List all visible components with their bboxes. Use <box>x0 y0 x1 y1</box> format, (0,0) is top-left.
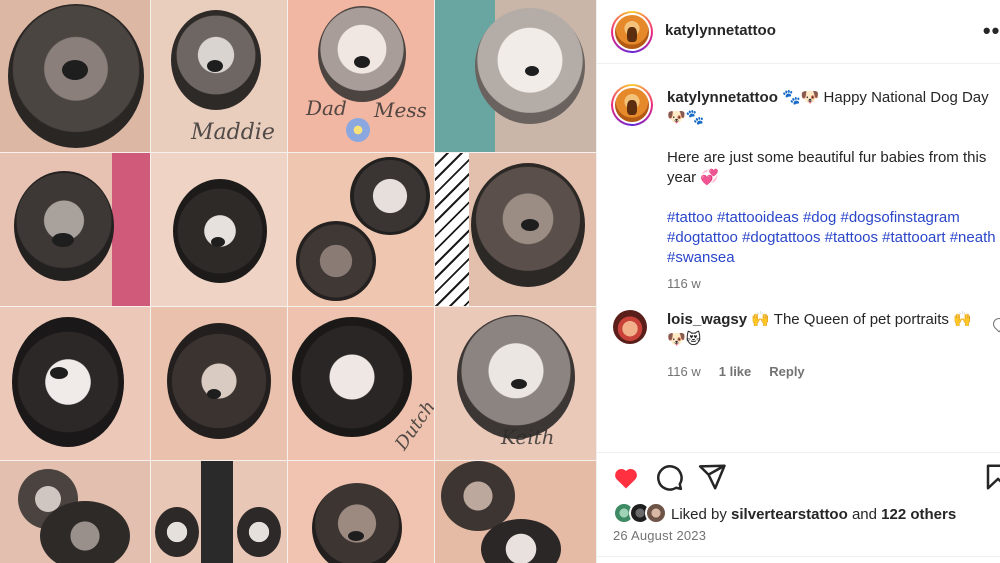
post-date[interactable]: 26 August 2023 <box>613 528 706 543</box>
collage-gutter <box>287 0 288 563</box>
likes-summary[interactable]: Liked by silvertearstattoo and 122 other… <box>613 502 956 526</box>
dog-portrait <box>167 323 271 439</box>
dog-portrait <box>173 179 267 283</box>
caption-avatar[interactable] <box>611 84 653 126</box>
collage-tile <box>288 461 434 563</box>
dog-portrait <box>312 483 402 563</box>
collage-tile: Keith <box>435 307 596 460</box>
liked-by-conj: and <box>851 505 877 523</box>
dog-nose <box>354 56 370 68</box>
dog-nose <box>521 219 539 231</box>
collage-tile <box>435 153 596 306</box>
collage-tile: Dad Mess <box>288 0 434 152</box>
tattoo-name: Keith <box>501 425 555 449</box>
tattoo-name: Mess <box>374 98 427 122</box>
author-avatar[interactable] <box>611 11 653 53</box>
collage-tile <box>435 0 596 152</box>
dog-nose <box>207 60 223 72</box>
dog-portrait <box>441 461 515 531</box>
caption-timestamp[interactable]: 116 w <box>667 274 1000 294</box>
comment-likes-count[interactable]: 1 like <box>719 362 752 382</box>
collage-tile: Dutch <box>288 307 434 460</box>
comment-heart-icon[interactable] <box>990 315 1000 333</box>
commenter-username[interactable]: lois_wagsy <box>667 311 747 328</box>
comment-timestamp[interactable]: 116 w <box>667 362 701 382</box>
bookmark-icon[interactable] <box>983 462 1000 492</box>
liked-by-prefix: Liked by <box>671 505 727 523</box>
dog-portrait <box>350 157 430 235</box>
dog-nose <box>211 237 225 247</box>
divider <box>597 556 1000 557</box>
author-username[interactable]: katylynnetattoo <box>665 22 776 39</box>
collage-tile: Maddie <box>151 0 287 152</box>
dog-portrait <box>457 315 575 439</box>
dog-nose <box>207 389 221 399</box>
photo-background <box>201 461 233 563</box>
tattoo-name: Maddie <box>191 120 275 145</box>
share-icon[interactable] <box>697 462 727 492</box>
collage-tile <box>288 153 434 306</box>
flower-tattoo <box>346 118 370 142</box>
reply-button[interactable]: Reply <box>769 362 804 382</box>
dog-nose <box>50 367 68 379</box>
dog-nose <box>348 531 364 541</box>
caption-username[interactable]: katylynnetattoo <box>667 89 778 106</box>
dog-portrait <box>292 317 412 437</box>
collage-tile <box>151 461 287 563</box>
caption: katylynnetattoo 🐾🐶 Happy National Dog Da… <box>667 88 1000 294</box>
dog-nose <box>62 60 88 80</box>
collage-gutter <box>150 0 151 563</box>
liker-avatar <box>645 502 667 524</box>
photo-background <box>435 153 469 306</box>
caption-hashtags[interactable]: #tattoo #tattooideas #dog #dogsofinstagr… <box>667 208 1000 268</box>
dog-portrait <box>40 501 130 563</box>
comment-meta: 116 w 1 like Reply <box>667 362 987 382</box>
caption-first-line: katylynnetattoo 🐾🐶 Happy National Dog Da… <box>667 88 1000 128</box>
collage-tile <box>0 307 150 460</box>
dog-nose <box>511 379 527 389</box>
commenter-avatar[interactable] <box>613 310 647 344</box>
liked-by-user[interactable]: silvertearstattoo <box>731 506 848 523</box>
photo-background <box>112 153 150 306</box>
liked-by-others[interactable]: 122 others <box>881 506 956 523</box>
dog-portrait <box>12 317 124 447</box>
collage-gutter <box>434 0 435 563</box>
dog-nose <box>52 233 74 247</box>
collage-gutter <box>0 306 596 307</box>
collage-tile <box>151 153 287 306</box>
collage-tile <box>435 461 596 563</box>
liker-avatars <box>613 502 669 526</box>
more-icon[interactable]: ••• <box>983 18 1000 44</box>
action-bar <box>597 452 1000 496</box>
collage-tile <box>0 0 150 152</box>
dog-portrait <box>237 507 281 557</box>
tattoo-name: Dad <box>306 96 347 120</box>
dog-portrait <box>155 507 199 557</box>
dog-nose <box>525 66 539 76</box>
post-panel: katylynnetattoo ••• katylynnetattoo 🐾🐶 H… <box>596 0 1000 563</box>
post-image[interactable]: Maddie Dad Mess Dutch Keith <box>0 0 596 563</box>
dog-portrait <box>14 171 114 281</box>
collage-tile <box>151 307 287 460</box>
dog-portrait <box>296 221 376 301</box>
comment-icon[interactable] <box>654 462 684 492</box>
collage-tile <box>0 461 150 563</box>
dog-portrait <box>318 6 406 102</box>
caption-body: Here are just some beautiful fur babies … <box>667 149 987 186</box>
collage-tile <box>0 153 150 306</box>
collage-gutter <box>0 460 596 461</box>
post-header: katylynnetattoo ••• <box>597 0 1000 64</box>
comment: lois_wagsy 🙌 The Queen of pet portraits … <box>667 310 987 382</box>
heart-icon[interactable] <box>611 462 641 492</box>
collage-gutter <box>0 152 596 153</box>
